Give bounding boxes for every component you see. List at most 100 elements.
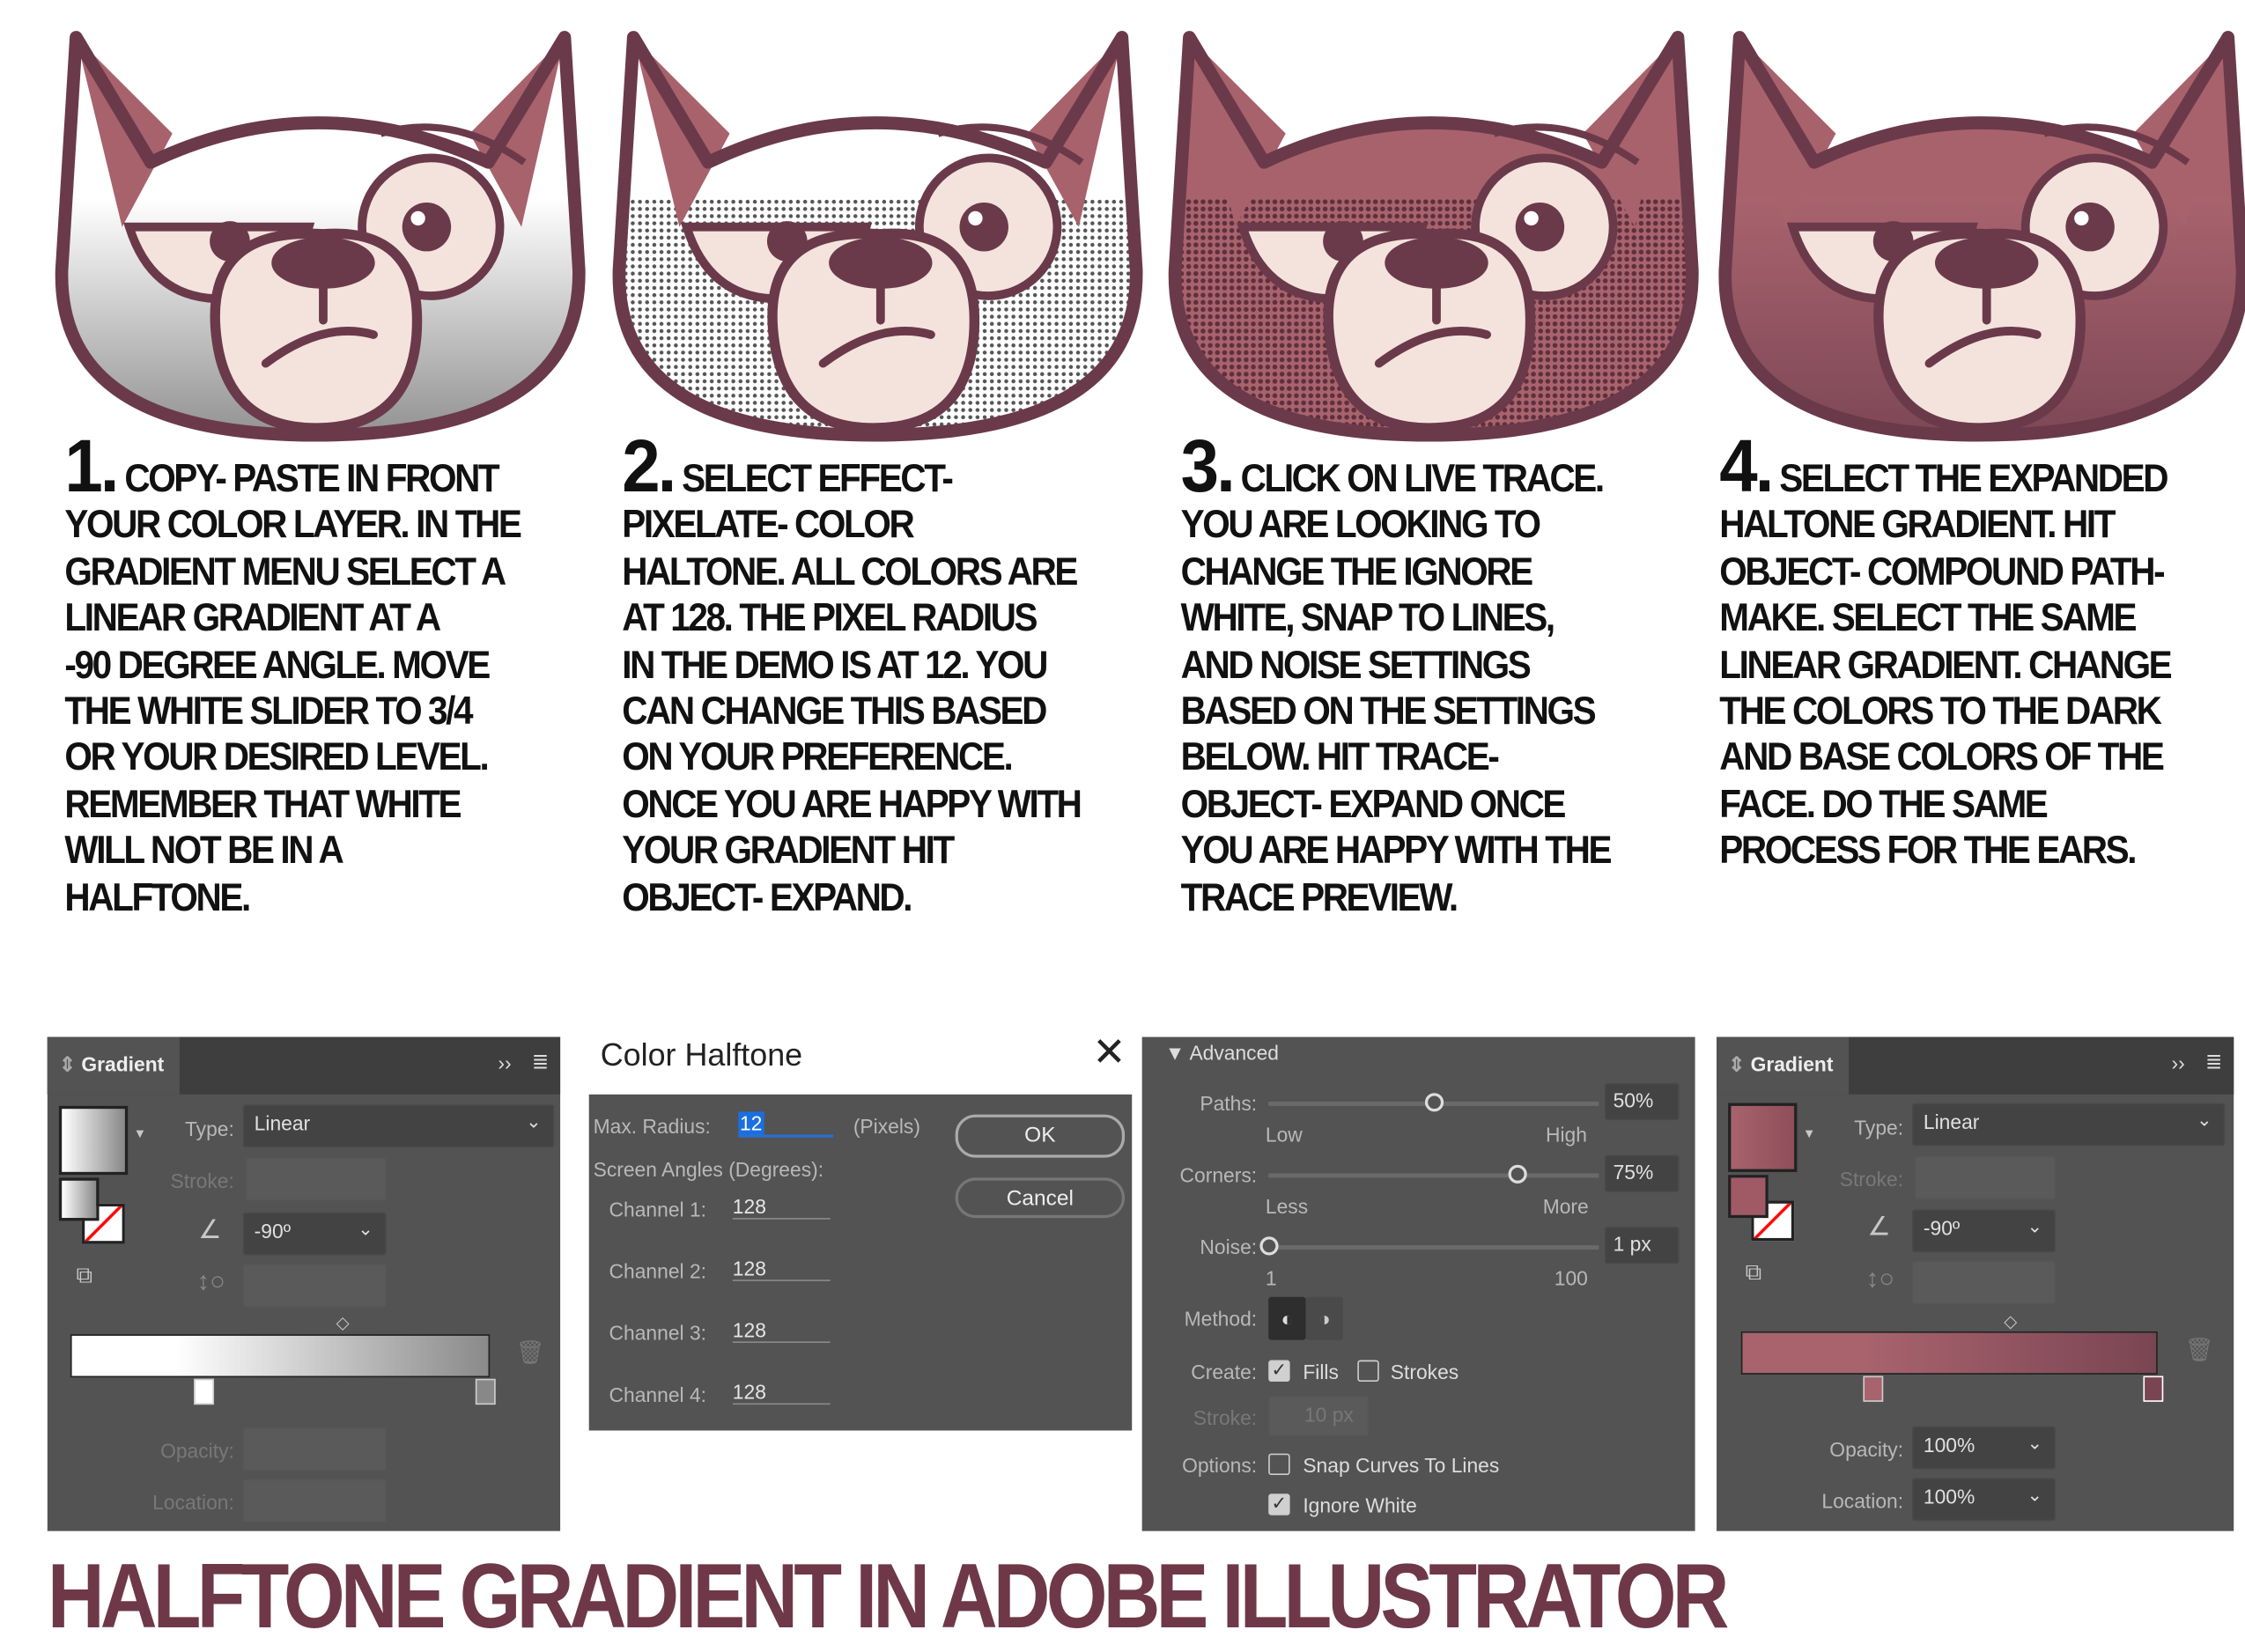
ignore-white-checkbox[interactable]: ✓: [1268, 1493, 1290, 1516]
step-number: 4.: [1719, 424, 1774, 509]
panel-menu-icon[interactable]: ≣: [2205, 1050, 2222, 1074]
color-stop-dark[interactable]: [2143, 1375, 2164, 1402]
step-line: TRACE PREVIEW.: [1180, 875, 1459, 919]
cancel-button[interactable]: Cancel: [955, 1177, 1126, 1219]
expand-icon[interactable]: ››: [2172, 1051, 2185, 1074]
fills-checkbox[interactable]: ✓: [1268, 1361, 1290, 1383]
channel-label: Channel 3:: [609, 1321, 706, 1345]
gradient-tab[interactable]: ⇕ Gradient: [47, 1036, 180, 1095]
cat-illustration-1: [55, 31, 586, 442]
panel-menu-icon[interactable]: ≣: [532, 1050, 549, 1074]
step-line: THE WHITE SLIDER TO 3/4: [64, 689, 473, 733]
corners-value[interactable]: 75%: [1604, 1154, 1680, 1192]
collapse-icon: ⇕: [1728, 1052, 1751, 1076]
cat-illustration-2: [612, 31, 1143, 442]
step-4-text: 4. SELECT THE EXPANDED HALTONE GRADIENT. …: [1719, 430, 2195, 874]
cat-illustration-4: [1718, 31, 2245, 442]
angle-field[interactable]: -90º ⌄: [1911, 1209, 2056, 1253]
ok-button[interactable]: OK: [955, 1114, 1126, 1158]
step-line: REMEMBER THAT WHITE: [64, 782, 462, 826]
location-field[interactable]: 100% ⌄: [1911, 1478, 2056, 1522]
method-overlapping-button[interactable]: ◑: [1305, 1296, 1343, 1340]
gradient-fill-swatch[interactable]: [1728, 1103, 1798, 1172]
delete-stop-icon[interactable]: 🗑: [2185, 1336, 2214, 1365]
step-2-text: 2. SELECT EFFECT- PIXELATE- COLOR HALTONE.…: [622, 430, 1097, 920]
channel-input[interactable]: 128: [732, 1257, 831, 1281]
noise-value[interactable]: 1 px: [1604, 1226, 1680, 1265]
opacity-field[interactable]: 100% ⌄: [1911, 1426, 2056, 1470]
step-line: AND BASE COLORS OF THE: [1719, 735, 2165, 779]
expand-icon[interactable]: ››: [498, 1051, 511, 1074]
aspect-ratio-field: [242, 1264, 387, 1308]
step-number: 2.: [622, 424, 676, 509]
step-number: 3.: [1180, 424, 1236, 509]
midpoint-diamond[interactable]: ◇: [2004, 1311, 2017, 1331]
color-stop-base[interactable]: [1863, 1375, 1884, 1402]
step-line: -90 DEGREE ANGLE. MOVE: [64, 643, 491, 687]
step-line: YOU ARE HAPPY WITH THE: [1180, 829, 1613, 873]
step-line: HALFTONE.: [64, 875, 251, 919]
step-line: ONCE YOU ARE HAPPY WITH: [622, 782, 1082, 826]
swatch-dropdown-icon[interactable]: ▼: [1803, 1126, 1816, 1140]
channel-label: Channel 4:: [609, 1383, 706, 1406]
page-title: HALFTONE GRADIENT IN ADOBE ILLUSTRATOR: [47, 1544, 1730, 1648]
close-icon[interactable]: ✕: [1092, 1029, 1126, 1076]
step-line: OBJECT- COMPOUND PATH-: [1719, 549, 2165, 594]
step-line: GRADIENT MENU SELECT A: [64, 549, 506, 594]
color-stop-grey[interactable]: [475, 1378, 496, 1405]
gradient-tab[interactable]: ⇕ Gradient: [1717, 1036, 1850, 1095]
corners-knob[interactable]: [1507, 1164, 1526, 1184]
gradient-slider[interactable]: [1740, 1331, 2158, 1375]
gradient-slider[interactable]: [70, 1334, 491, 1378]
paths-knob[interactable]: [1424, 1093, 1444, 1112]
type-select[interactable]: Linear ⌄: [1911, 1103, 2226, 1147]
gradient-fill-swatch[interactable]: [58, 1105, 129, 1176]
channel-input[interactable]: 128: [732, 1380, 831, 1405]
step-line: SELECT EFFECT-: [682, 456, 954, 500]
stroke-gradient-buttons: [245, 1157, 387, 1201]
step-line: WHITE, SNAP TO LINES,: [1180, 596, 1555, 640]
snap-curves-checkbox[interactable]: [1268, 1453, 1290, 1476]
gradient-stroke-swatch[interactable]: [1728, 1175, 1769, 1219]
cat-illustration-3: [1168, 31, 1699, 442]
collapse-icon: ⇕: [58, 1052, 82, 1076]
step-line: OR YOUR DESIRED LEVEL.: [64, 735, 489, 779]
step-3-text: 3. CLICK ON LIVE TRACE. YOU ARE LOOKING T…: [1180, 430, 1657, 920]
step-1-text: 1. COPY- PASTE IN FRONT YOUR COLOR LAYER.…: [64, 430, 540, 920]
color-stop-white[interactable]: [194, 1378, 215, 1405]
step-line: FACE. DO THE SAME: [1719, 782, 2049, 826]
max-radius-input[interactable]: 12: [738, 1111, 833, 1138]
channel-input[interactable]: 128: [732, 1318, 831, 1343]
step-line: PIXELATE- COLOR: [622, 503, 915, 547]
step-line: HALTONE GRADIENT. HIT: [1719, 503, 2116, 547]
step-line: IN THE DEMO IS AT 12. YOU: [622, 643, 1048, 687]
swatch-dropdown-icon[interactable]: ▼: [134, 1126, 147, 1140]
step-line: YOU ARE LOOKING TO: [1180, 503, 1541, 547]
step-line: AND NOISE SETTINGS: [1180, 643, 1532, 687]
angle-icon: ∠: [198, 1214, 222, 1244]
paths-value[interactable]: 50%: [1604, 1082, 1680, 1121]
gradient-stroke-swatch[interactable]: [58, 1177, 100, 1221]
step-line: COPY- PASTE IN FRONT: [124, 456, 499, 500]
step-line: YOUR COLOR LAYER. IN THE: [64, 503, 522, 547]
step-line: PROCESS FOR THE EARS.: [1719, 829, 2137, 873]
strokes-checkbox[interactable]: [1357, 1360, 1379, 1383]
channel-input[interactable]: 128: [732, 1195, 831, 1220]
reverse-gradient-icon[interactable]: ⧉: [1746, 1261, 1762, 1287]
delete-stop-icon[interactable]: 🗑: [516, 1339, 545, 1368]
noise-knob[interactable]: [1259, 1236, 1279, 1256]
type-select[interactable]: Linear ⌄: [242, 1104, 555, 1148]
gradient-panel-rose: ⇕ Gradient ›› ≣ ▼ Type: Linear ⌄ Stroke: …: [1717, 1036, 2234, 1531]
reverse-gradient-icon[interactable]: ⧉: [76, 1264, 92, 1289]
triangle-down-icon: ▼: [1164, 1041, 1190, 1065]
advanced-toggle[interactable]: ▼ Advanced: [1165, 1041, 1279, 1064]
image-trace-advanced-panel: ▼ Advanced Paths: 50% Low High Corners: …: [1141, 1036, 1695, 1531]
noise-slider[interactable]: [1268, 1245, 1599, 1250]
midpoint-diamond[interactable]: ◇: [336, 1313, 350, 1333]
corners-slider[interactable]: [1268, 1173, 1599, 1178]
step-line: CLICK ON LIVE TRACE.: [1240, 456, 1606, 500]
step-line: HALTONE. ALL COLORS ARE: [622, 549, 1078, 594]
aspect-ratio-icon: ↕○: [1865, 1264, 1895, 1293]
angle-field[interactable]: -90º ⌄: [242, 1212, 387, 1256]
method-abutting-button[interactable]: ◐: [1268, 1296, 1306, 1340]
